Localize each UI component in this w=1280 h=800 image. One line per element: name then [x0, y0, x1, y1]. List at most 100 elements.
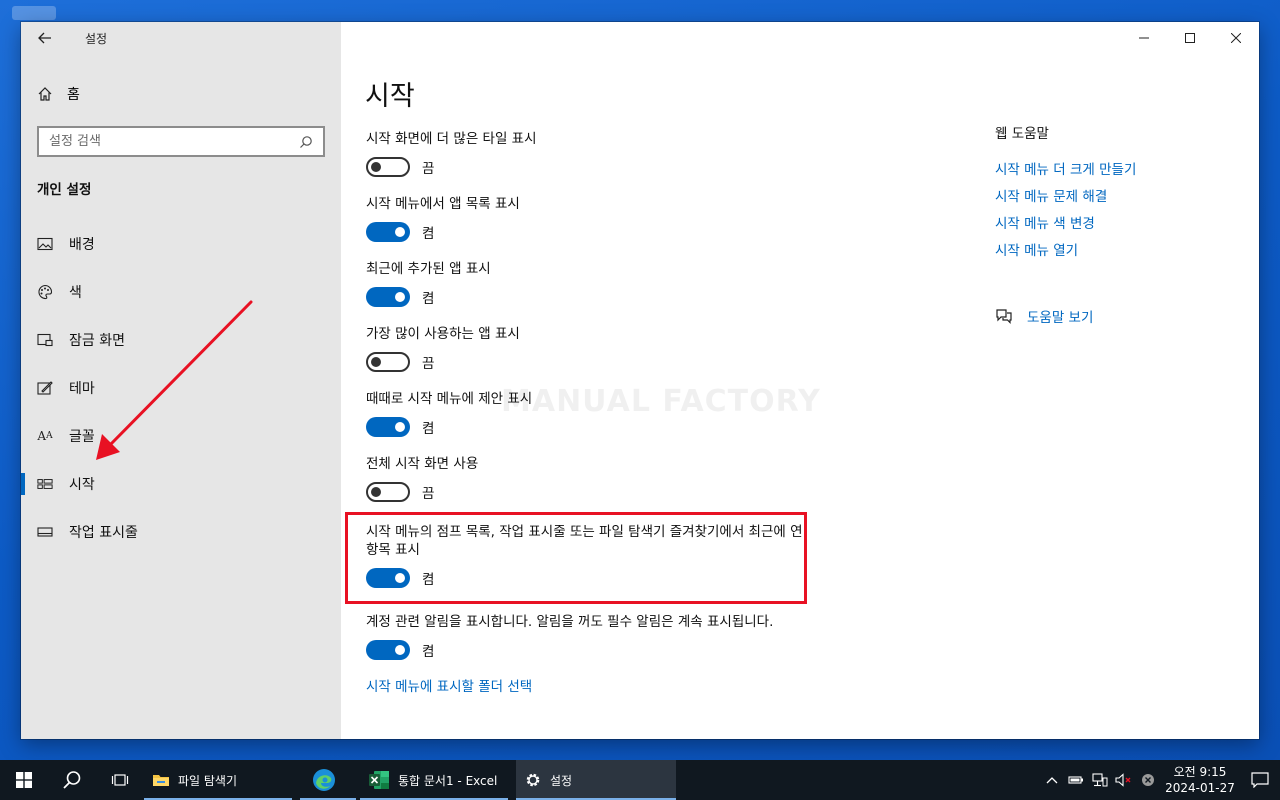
toggle-app-list[interactable]: [366, 222, 410, 242]
view-help[interactable]: 도움말 보기: [995, 306, 1136, 326]
help-link[interactable]: 시작 메뉴 문제 해결: [995, 185, 1136, 212]
setting-recent-items: 시작 메뉴의 점프 목록, 작업 표시줄 또는 파일 탐색기 즐겨찾기에서 최근…: [366, 523, 806, 597]
toggle-most-used[interactable]: [366, 352, 410, 372]
palette-icon: [37, 284, 53, 300]
toggle-full-screen[interactable]: [366, 482, 410, 502]
sidebar-item-home[interactable]: 홈: [37, 80, 80, 108]
search-icon: [300, 135, 312, 148]
task-view-icon: [111, 774, 129, 786]
sidebar-item-label: 색: [69, 285, 82, 301]
toggle-account-notifications[interactable]: [366, 640, 410, 660]
taskbar-app-edge[interactable]: [300, 760, 356, 800]
setting-label: 전체 시작 화면 사용: [366, 456, 479, 472]
help-panel: 웹 도움말 시작 메뉴 더 크게 만들기 시작 메뉴 문제 해결 시작 메뉴 색…: [995, 122, 1136, 326]
search-input[interactable]: [49, 134, 299, 149]
picture-icon: [37, 236, 53, 252]
toggle-state: 끔: [422, 356, 435, 372]
back-button[interactable]: [21, 22, 69, 54]
lock-screen-icon: [37, 332, 53, 348]
taskbar-app-label: 파일 탐색기: [178, 773, 238, 788]
titlebar: 설정: [21, 22, 341, 54]
sidebar-item-background[interactable]: 배경: [21, 220, 341, 268]
battery-icon: [1068, 776, 1083, 784]
system-tray: 오전 9:15 2024-01-27: [1040, 760, 1280, 800]
toggle-recent-apps[interactable]: [366, 287, 410, 307]
gear-icon: [526, 773, 540, 787]
edge-icon: [313, 769, 335, 791]
home-label: 홈: [67, 87, 80, 103]
taskbar-app-excel[interactable]: 통합 문서1 - Excel: [360, 760, 508, 800]
sidebar-item-font[interactable]: AA 글꼴: [21, 412, 341, 460]
section-title: 개인 설정: [37, 182, 92, 198]
windows-logo-icon: [16, 772, 32, 788]
sidebar-item-lock-screen[interactable]: 잠금 화면: [21, 316, 341, 364]
start-button[interactable]: [0, 760, 48, 800]
sidebar-item-theme[interactable]: 테마: [21, 364, 341, 412]
sidebar-item-label: 테마: [69, 381, 95, 397]
help-link[interactable]: 시작 메뉴 열기: [995, 239, 1136, 266]
network-icon: [1092, 773, 1108, 787]
setting-label: 최근에 추가된 앱 표시: [366, 261, 491, 277]
sidebar-item-taskbar[interactable]: 작업 표시줄: [21, 508, 341, 556]
setting-more-tiles: 시작 화면에 더 많은 타일 표시 끔: [366, 130, 806, 186]
toggle-recent-items[interactable]: [366, 568, 410, 588]
toggle-state: 켬: [422, 226, 435, 242]
setting-label: 때때로 시작 메뉴에 제안 표시: [366, 391, 533, 407]
back-arrow-icon: [38, 32, 51, 44]
excel-icon: [369, 771, 389, 789]
maximize-icon: [1185, 33, 1195, 43]
toggle-state: 켬: [422, 572, 435, 588]
battery-tray-button[interactable]: [1064, 775, 1088, 785]
choose-folders-link[interactable]: 시작 메뉴에 표시할 폴더 선택: [366, 675, 532, 695]
setting-recent-apps: 최근에 추가된 앱 표시 켬: [366, 260, 806, 316]
sidebar-item-start[interactable]: 시작: [21, 460, 341, 508]
network-tray-button[interactable]: [1088, 773, 1112, 787]
close-icon: [1231, 33, 1241, 43]
chevron-up-icon: [1046, 777, 1058, 784]
setting-suggestions: 때때로 시작 메뉴에 제안 표시 켬: [366, 390, 806, 446]
toggle-more-tiles[interactable]: [366, 157, 410, 177]
setting-label: 시작 화면에 더 많은 타일 표시: [366, 131, 537, 147]
status-tray-button[interactable]: [1136, 773, 1160, 787]
folder-icon: [153, 775, 169, 786]
show-hidden-icons-button[interactable]: [1040, 776, 1064, 784]
taskbar-search-button[interactable]: [48, 760, 96, 800]
help-link[interactable]: 시작 메뉴 더 크게 만들기: [995, 158, 1136, 185]
minimize-button[interactable]: [1121, 22, 1167, 54]
sidebar-item-color[interactable]: 색: [21, 268, 341, 316]
setting-app-list: 시작 메뉴에서 앱 목록 표시 켬: [366, 195, 806, 251]
settings-list: 시작 화면에 더 많은 타일 표시 끔 시작 메뉴에서 앱 목록 표시 켬 최근…: [366, 130, 806, 695]
toggle-state: 켬: [422, 644, 435, 660]
help-link[interactable]: 시작 메뉴 색 변경: [995, 212, 1136, 239]
sidebar: 설정 홈 개인 설정 배경 색 잠금 화면: [21, 22, 341, 739]
sidebar-item-label: 작업 표시줄: [69, 525, 138, 541]
toggle-state: 끔: [422, 486, 435, 502]
setting-label: 시작 메뉴의 점프 목록, 작업 표시줄 또는 파일 탐색기 즐겨찾기에서 최근…: [366, 524, 803, 558]
clock-time: 오전 9:15: [1173, 765, 1227, 779]
setting-full-screen: 전체 시작 화면 사용 끔: [366, 455, 806, 511]
taskbar-app-label: 통합 문서1 - Excel: [398, 773, 498, 788]
taskbar-app-settings[interactable]: 설정: [516, 760, 676, 800]
clock-date: 2024-01-27: [1165, 781, 1235, 795]
search-box[interactable]: [37, 126, 325, 157]
view-help-link[interactable]: 도움말 보기: [1027, 306, 1093, 326]
caption-buttons: [1121, 22, 1259, 54]
notification-center-button[interactable]: [1240, 772, 1280, 788]
task-view-button[interactable]: [96, 760, 144, 800]
taskbar-app-label: 설정: [550, 773, 573, 788]
taskbar-app-file-explorer[interactable]: 파일 탐색기: [144, 760, 292, 800]
setting-account-notifications: 계정 관련 알림을 표시합니다. 알림을 꺼도 필수 알림은 계속 표시됩니다.…: [366, 613, 806, 669]
sidebar-item-label: 잠금 화면: [69, 333, 125, 349]
notification-icon: [1251, 772, 1269, 788]
minimize-icon: [1139, 37, 1149, 39]
close-button[interactable]: [1213, 22, 1259, 54]
volume-tray-button[interactable]: [1112, 773, 1136, 787]
window-title: 설정: [85, 31, 108, 46]
clock[interactable]: 오전 9:15 2024-01-27: [1160, 764, 1240, 796]
taskbar-icon: [37, 524, 53, 540]
toggle-suggestions[interactable]: [366, 417, 410, 437]
maximize-button[interactable]: [1167, 22, 1213, 54]
font-icon: AA: [37, 429, 53, 443]
sidebar-item-label: 시작: [69, 477, 95, 493]
sidebar-item-label: 배경: [69, 237, 95, 253]
